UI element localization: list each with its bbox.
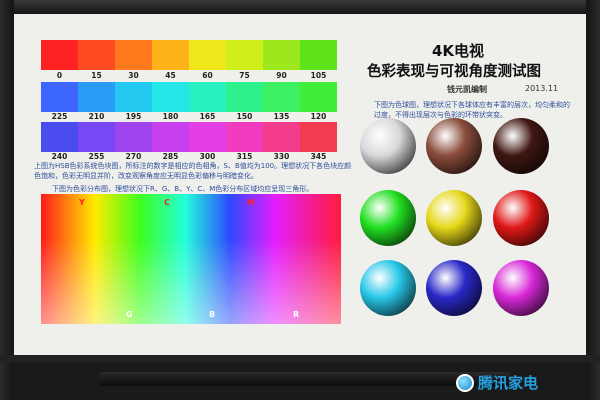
hue-cell [189, 122, 226, 152]
tv-screen: 0 15 30 45 60 75 90 105 225 210 195 180 165 150 135 12… [14, 14, 586, 355]
gamut-label-b: B [209, 310, 216, 319]
sphere-brown [426, 118, 482, 174]
sphere-dark-brown [493, 118, 549, 174]
tv-bezel-left [0, 0, 14, 400]
gamut-label-c: C [164, 198, 170, 207]
hue-angle-label: 240 [51, 152, 68, 161]
hue-labels-3: 240 255 270 285 300 315 330 345 [41, 152, 337, 161]
hue-cell [41, 40, 78, 70]
hue-cell [78, 122, 115, 152]
hue-cell [263, 82, 300, 112]
hue-angle-label: 315 [236, 152, 253, 161]
hue-cell [226, 82, 263, 112]
tencent-logo-icon [456, 373, 474, 392]
tv-bezel-right [586, 0, 600, 400]
hue-angle-label: 75 [239, 71, 250, 80]
hue-angle-label: 165 [199, 112, 216, 121]
hue-angle-label: 285 [162, 152, 179, 161]
hue-description: 上图为HSB色彩系统色块图，所标注的数字是相应的色相角，S、B值均为100。理想… [34, 162, 352, 180]
gamut-label-g: G [126, 310, 133, 319]
hue-angle-label: 210 [88, 112, 105, 121]
color-gamut-map: Y C M G B R [41, 194, 341, 324]
sphere-cyan [360, 260, 416, 316]
sphere-magenta [493, 260, 549, 316]
hue-cell [300, 122, 337, 152]
gamut-description: 下图为色彩分布图，理想状况下R、G、B、Y、C、M色彩分布区域均应呈现三角形。 [52, 185, 314, 193]
gamut-label-y: Y [79, 198, 85, 207]
hue-labels-1: 0 15 30 45 60 75 90 105 [41, 71, 337, 80]
hue-angle-label: 150 [236, 112, 253, 121]
hue-angle-label: 90 [276, 71, 287, 80]
hue-cell [115, 40, 152, 70]
sphere-gray [360, 118, 416, 174]
hue-cell [152, 40, 189, 70]
hue-angle-label: 135 [273, 112, 290, 121]
gamut-label-r: R [293, 310, 300, 319]
hue-cell [152, 82, 189, 112]
sphere-red [493, 190, 549, 246]
hue-cell [263, 40, 300, 70]
hue-labels-2: 225 210 195 180 165 150 135 120 [41, 112, 337, 121]
hue-cell [115, 122, 152, 152]
hue-angle-label: 225 [51, 112, 68, 121]
hue-angle-label: 105 [310, 71, 327, 80]
sphere-yellow [426, 190, 482, 246]
hue-angle-label: 195 [125, 112, 142, 121]
hue-strip-3 [41, 122, 337, 152]
hue-cell [263, 122, 300, 152]
chart-title-line2: 色彩表现与可视角度测试图 [367, 64, 541, 80]
hue-angle-label: 45 [165, 71, 176, 80]
hue-cell [189, 82, 226, 112]
sphere-green [360, 190, 416, 246]
hue-angle-label: 270 [125, 152, 142, 161]
hue-angle-label: 30 [128, 71, 139, 80]
tv-bottom-bezel [0, 355, 600, 363]
hue-strip-2 [41, 82, 337, 112]
chart-date: 2013.11 [525, 84, 559, 93]
hue-cell [226, 122, 263, 152]
hue-cell [115, 82, 152, 112]
chart-credit: 钱元凯编制 [447, 85, 487, 94]
hue-angle-label: 0 [56, 71, 63, 80]
sphere-blue [426, 260, 482, 316]
hue-angle-label: 15 [91, 71, 102, 80]
hue-strip-1 [41, 40, 337, 70]
hue-cell [300, 40, 337, 70]
brand-logo: 腾讯家电 [456, 372, 538, 393]
chart-title-line1: 4K电视 [432, 42, 485, 60]
hue-angle-label: 300 [199, 152, 216, 161]
hue-cell [152, 122, 189, 152]
hue-angle-label: 255 [88, 152, 105, 161]
hue-angle-label: 120 [310, 112, 327, 121]
gamut-gradient [41, 194, 341, 324]
hue-cell [41, 82, 78, 112]
brand-logo-text: 腾讯家电 [478, 374, 539, 392]
hue-angle-label: 330 [273, 152, 290, 161]
sphere-description: 下图为色球图，理想状况下各球体应有丰富的层次，均匀柔和的过度，不得出现层次与色彩… [374, 101, 570, 119]
hue-cell [78, 40, 115, 70]
hue-angle-label: 180 [162, 112, 179, 121]
hue-cell [189, 40, 226, 70]
tv-bezel-top [0, 0, 600, 14]
hue-cell [300, 82, 337, 112]
tv-stand [100, 372, 510, 386]
hue-cell [41, 122, 78, 152]
hue-angle-label: 345 [310, 152, 327, 161]
gamut-label-m: M [247, 198, 255, 207]
hue-angle-label: 60 [202, 71, 213, 80]
hue-cell [226, 40, 263, 70]
hue-cell [78, 82, 115, 112]
